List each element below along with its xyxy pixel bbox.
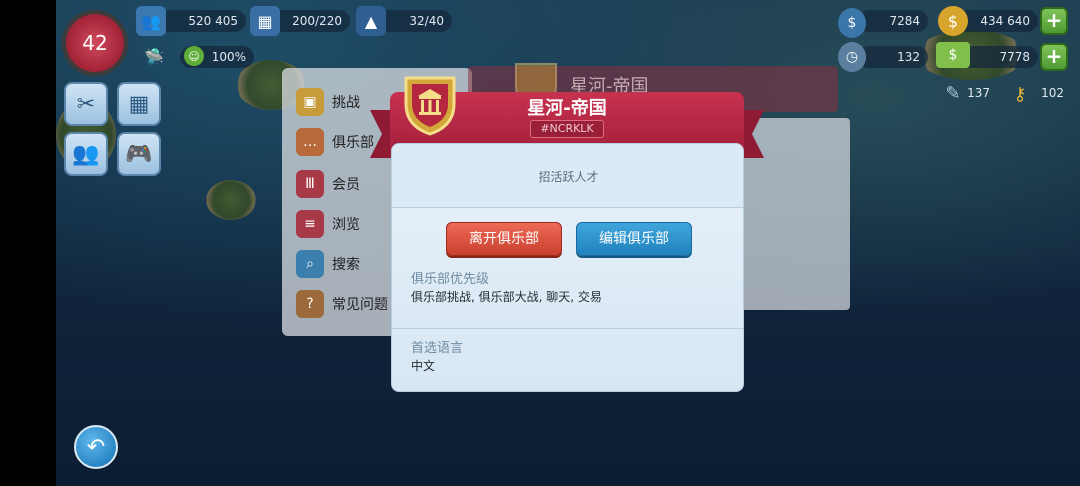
menu-item-label: 常见问题 xyxy=(332,297,388,313)
storage-icon[interactable]: ▦ xyxy=(250,6,280,36)
gamepad-icon: 🎮 xyxy=(125,141,153,167)
add-coins-button[interactable]: + xyxy=(1040,7,1068,35)
menu-item-label: 搜索 xyxy=(332,257,360,273)
happiness-value: 100% xyxy=(211,50,246,64)
workers-counter: 32/40 xyxy=(376,10,452,32)
population-counter: 520 405 xyxy=(160,10,246,32)
ufo-icon[interactable]: 🛸 xyxy=(140,42,168,70)
blueprints-value: 137 xyxy=(967,86,990,100)
book-icon: ? xyxy=(296,290,324,318)
people-icon: 👥 xyxy=(72,141,100,167)
money-value: 7778 xyxy=(999,50,1030,64)
club-info-dialog: 招活跃人才 离开俱乐部 编辑俱乐部 俱乐部优先级 俱乐部挑战, 俱乐部大战, 聊… xyxy=(391,143,744,392)
menu-item-faq[interactable]: ? 常见问题 xyxy=(296,286,406,322)
coins-counter: 434 640 xyxy=(956,10,1038,32)
tools-icon: ✂ xyxy=(76,91,96,117)
priority-label: 俱乐部优先级 xyxy=(411,272,490,287)
menu-item-members[interactable]: Ⅲ 会员 xyxy=(296,166,406,202)
language-value: 中文 xyxy=(411,359,436,373)
banknote-icon: $ xyxy=(936,42,970,68)
worker-building-icon[interactable]: ▲ xyxy=(356,6,386,36)
club-button[interactable]: 👥 xyxy=(64,132,108,176)
key-icon: ⚷ xyxy=(1013,83,1027,105)
simcash-value: 7284 xyxy=(889,14,920,28)
back-button[interactable]: ↶ xyxy=(74,425,118,469)
time-counter: 132 xyxy=(858,46,928,68)
calendar-icon: ▦ xyxy=(128,91,150,117)
menu-item-label: 俱乐部 xyxy=(332,135,374,151)
keys-counter: 102 xyxy=(1030,82,1072,104)
simcash-icon: $ xyxy=(838,8,866,38)
chest-icon: ▣ xyxy=(296,88,324,116)
list-shield-icon: ≡ xyxy=(296,210,324,238)
coins-value: 434 640 xyxy=(980,14,1030,28)
tools-button[interactable]: ✂ xyxy=(64,82,108,126)
storage-value: 200/220 xyxy=(292,14,342,28)
population-icon: 👥 xyxy=(136,6,166,36)
level-badge[interactable]: 42 xyxy=(62,10,128,76)
simcash-counter: 7284 xyxy=(858,10,928,32)
menu-item-label: 挑战 xyxy=(332,95,360,111)
divider xyxy=(392,328,743,329)
club-tag: #NCRKLK xyxy=(530,120,604,138)
priority-value: 俱乐部挑战, 俱乐部大战, 聊天, 交易 xyxy=(411,290,602,304)
club-motto-area: 招活跃人才 xyxy=(392,144,743,208)
chat-icon: … xyxy=(296,128,324,156)
level-number: 42 xyxy=(82,31,108,55)
back-arrow-icon: ↶ xyxy=(86,434,106,460)
left-black-bar xyxy=(0,0,56,486)
leave-club-button[interactable]: 离开俱乐部 xyxy=(446,222,562,256)
storage-counter: 200/220 xyxy=(270,10,350,32)
keys-value: 102 xyxy=(1041,86,1064,100)
time-value: 132 xyxy=(897,50,920,64)
add-money-button[interactable]: + xyxy=(1040,43,1068,71)
blueprint-icon: ✎ xyxy=(945,82,961,104)
club-shield-icon xyxy=(404,76,456,136)
smile-icon: ☺ xyxy=(184,46,204,66)
edit-club-button[interactable]: 编辑俱乐部 xyxy=(576,222,692,256)
clock-icon: ◷ xyxy=(838,42,866,72)
magnifier-icon: ⌕ xyxy=(296,250,324,278)
club-motto: 招活跃人才 xyxy=(538,170,599,184)
calendar-button[interactable]: ▦ xyxy=(117,82,161,126)
menu-item-browse[interactable]: ≡ 浏览 xyxy=(296,206,406,242)
population-value: 520 405 xyxy=(188,14,238,28)
language-label: 首选语言 xyxy=(411,341,464,356)
menu-item-search[interactable]: ⌕ 搜索 xyxy=(296,246,406,282)
workers-value: 32/40 xyxy=(409,14,444,28)
menu-item-label: 浏览 xyxy=(332,217,360,233)
menu-item-label: 会员 xyxy=(332,177,360,193)
games-button[interactable]: 🎮 xyxy=(117,132,161,176)
coin-icon: $ xyxy=(938,6,968,36)
bank-shield-icon: Ⅲ xyxy=(296,170,324,198)
